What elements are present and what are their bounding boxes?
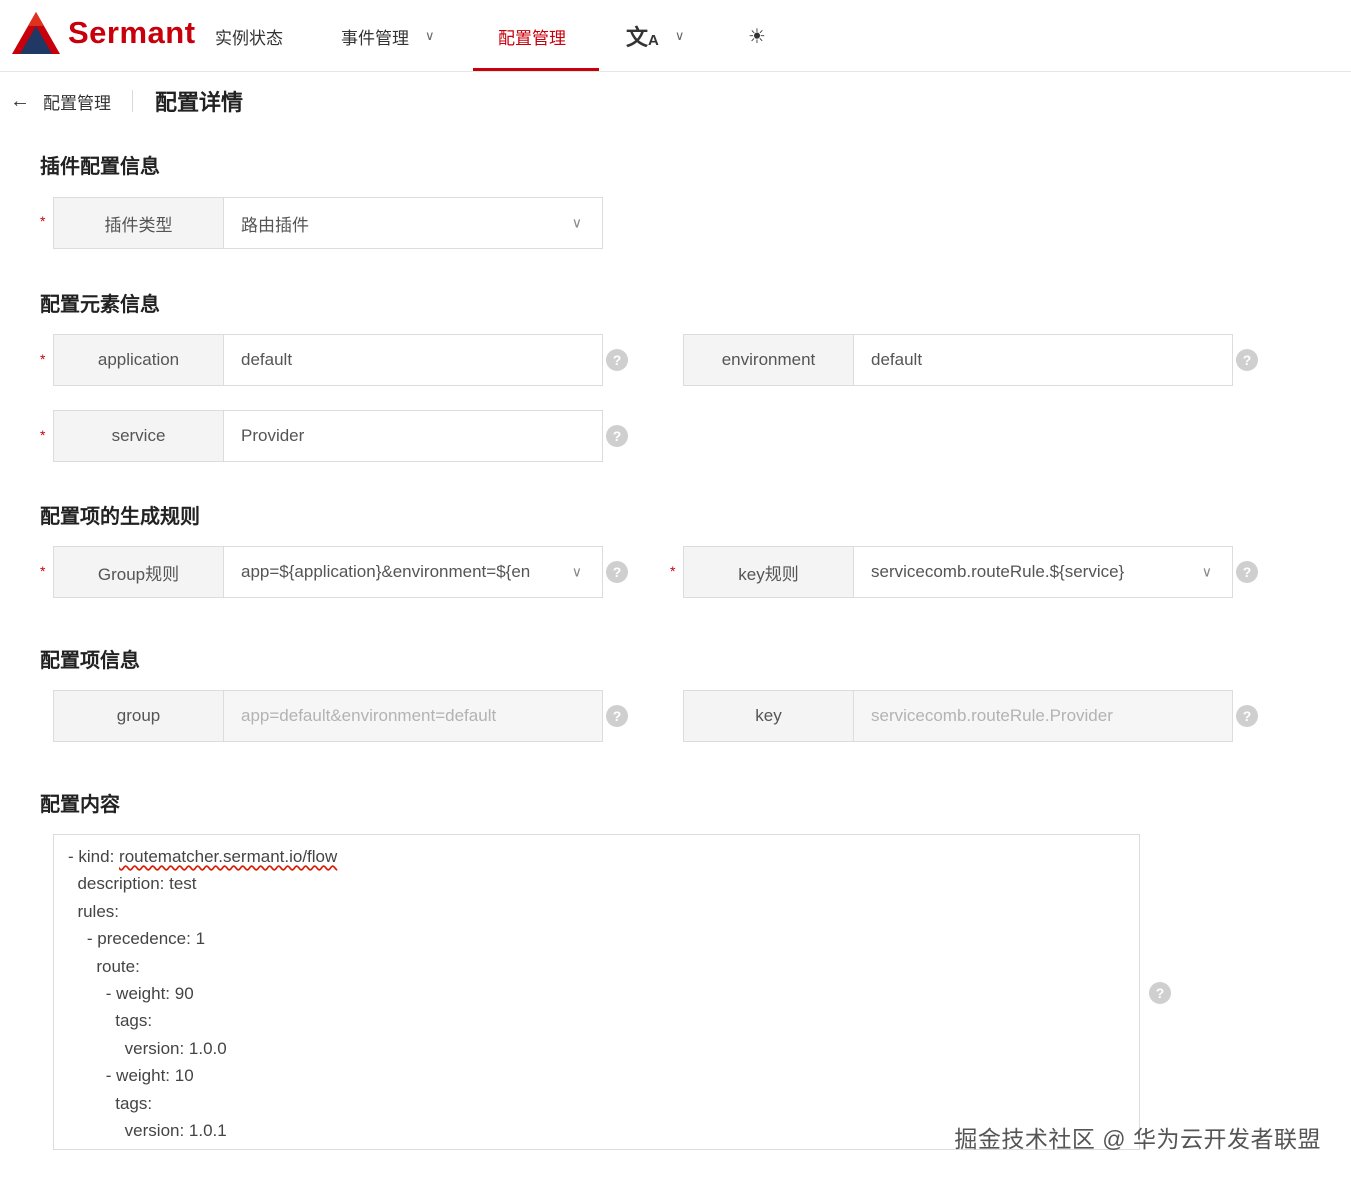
code-line-underlined-text: routematcher.sermant.io/flow: [119, 847, 338, 866]
code-line: - weight: 10: [68, 1066, 194, 1086]
code-line: rules:: [68, 901, 120, 921]
required-mark: *: [40, 563, 46, 579]
nav-event-management-label: 事件管理: [341, 28, 409, 48]
plugin-type-select[interactable]: 插件类型 路由插件 ∨: [53, 197, 603, 249]
plugin-type-value: 路由插件: [241, 215, 309, 235]
code-line: version: 1.0.0: [68, 1038, 227, 1058]
help-icon[interactable]: ?: [606, 705, 628, 727]
translate-icon: 文A: [626, 25, 659, 50]
group-input-disabled: app=default&environment=default: [224, 691, 602, 741]
environment-input[interactable]: default: [854, 335, 1232, 385]
help-icon[interactable]: ?: [606, 349, 628, 371]
brand-logo[interactable]: Sermant: [10, 10, 196, 56]
nav-config-management[interactable]: 配置管理: [498, 0, 566, 72]
key-field: key servicecomb.routeRule.Provider: [683, 690, 1233, 742]
theme-toggle[interactable]: ☀: [748, 0, 766, 72]
plugin-type-label: 插件类型: [54, 198, 224, 248]
nav-config-management-label: 配置管理: [498, 28, 566, 48]
code-line: - precedence: 1: [68, 929, 206, 949]
application-value: default: [241, 350, 293, 369]
top-navbar: Sermant 实例状态 事件管理 ∨ 配置管理 文A ∨ ☀: [0, 0, 1351, 72]
application-label: application: [54, 335, 224, 385]
key-input-disabled: servicecomb.routeRule.Provider: [854, 691, 1232, 741]
nav-instance-status-label: 实例状态: [215, 28, 283, 48]
brand-name: Sermant: [68, 15, 196, 50]
required-mark: *: [40, 213, 46, 229]
sermant-logo-icon: [12, 12, 60, 54]
service-input[interactable]: Provider: [224, 411, 602, 461]
application-field[interactable]: application default: [53, 334, 603, 386]
required-mark: *: [40, 427, 46, 443]
chevron-down-icon: ∨: [571, 214, 582, 231]
required-mark: *: [40, 351, 46, 367]
section-title-generation-rules: 配置项的生成规则: [40, 506, 200, 528]
section-title-config-elements: 配置元素信息: [40, 294, 160, 316]
key-value: servicecomb.routeRule.Provider: [871, 706, 1113, 725]
chevron-down-icon: ∨: [571, 563, 582, 580]
nav-instance-status[interactable]: 实例状态: [215, 0, 283, 72]
key-rule-value: servicecomb.routeRule.${service}: [871, 562, 1125, 581]
help-icon[interactable]: ?: [1236, 705, 1258, 727]
nav-event-management[interactable]: 事件管理 ∨: [341, 0, 435, 72]
help-icon[interactable]: ?: [606, 425, 628, 447]
code-line: - kind: routematcher.sermant.io/flow: [68, 843, 1125, 870]
key-rule-label: key规则: [684, 547, 854, 597]
key-label: key: [684, 691, 854, 741]
service-value: Provider: [241, 426, 305, 445]
code-line: description: test: [68, 874, 197, 894]
group-rule-value: app=${application}&environment=${en: [241, 562, 531, 581]
group-rule-select[interactable]: Group规则 app=${application}&environment=$…: [53, 546, 603, 598]
language-switcher[interactable]: 文A ∨: [626, 0, 684, 72]
application-input[interactable]: default: [224, 335, 602, 385]
key-rule-select[interactable]: key规则 servicecomb.routeRule.${service} ∨: [683, 546, 1233, 598]
group-field: group app=default&environment=default: [53, 690, 603, 742]
section-title-config-content: 配置内容: [40, 794, 120, 816]
back-arrow-icon[interactable]: ←: [10, 90, 32, 113]
watermark: 掘金技术社区 @ 华为云开发者联盟: [954, 1126, 1321, 1152]
code-line: - weight: 90: [68, 984, 194, 1004]
code-line-text: - kind:: [68, 847, 120, 866]
environment-label: environment: [684, 335, 854, 385]
environment-field[interactable]: environment default: [683, 334, 1233, 386]
config-content-editor[interactable]: - kind: routematcher.sermant.io/flow des…: [53, 834, 1140, 1150]
code-line: route:: [68, 956, 140, 976]
sun-icon: ☀: [748, 25, 766, 48]
group-label: group: [54, 691, 224, 741]
help-icon[interactable]: ?: [606, 561, 628, 583]
group-rule-value-wrap[interactable]: app=${application}&environment=${en ∨: [224, 547, 602, 597]
section-title-plugin-config: 插件配置信息: [40, 156, 160, 178]
code-line: tags:: [68, 1093, 153, 1113]
active-tab-indicator: [473, 68, 599, 71]
breadcrumb-divider: [132, 90, 133, 112]
group-value: app=default&environment=default: [241, 706, 497, 725]
required-mark: *: [670, 563, 676, 579]
service-label: service: [54, 411, 224, 461]
help-icon[interactable]: ?: [1236, 561, 1258, 583]
breadcrumb: ← 配置管理 配置详情: [10, 84, 243, 118]
group-rule-label: Group规则: [54, 547, 224, 597]
chevron-down-icon: ∨: [1201, 563, 1212, 580]
page-title: 配置详情: [155, 90, 244, 115]
chevron-down-icon: ∨: [674, 28, 685, 43]
environment-value: default: [871, 350, 923, 369]
section-title-config-item-info: 配置项信息: [40, 650, 140, 672]
chevron-down-icon: ∨: [425, 28, 435, 43]
service-field[interactable]: service Provider: [53, 410, 603, 462]
plugin-type-value-wrap[interactable]: 路由插件 ∨: [224, 198, 602, 248]
help-icon[interactable]: ?: [1236, 349, 1258, 371]
code-line: tags:: [68, 1011, 153, 1031]
breadcrumb-parent-link[interactable]: 配置管理: [43, 89, 111, 114]
help-icon[interactable]: ?: [1149, 982, 1171, 1004]
key-rule-value-wrap[interactable]: servicecomb.routeRule.${service} ∨: [854, 547, 1232, 597]
